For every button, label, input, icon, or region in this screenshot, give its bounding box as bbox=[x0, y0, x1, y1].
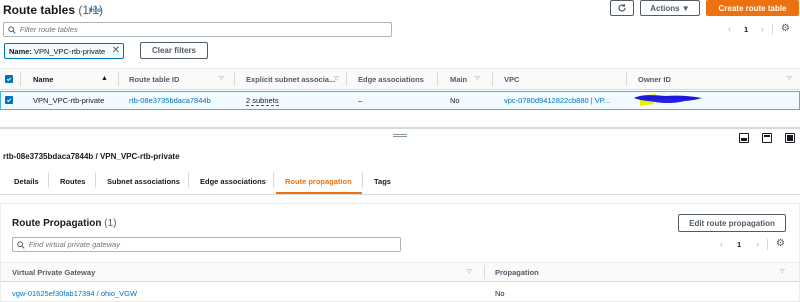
tab-subnet-associations[interactable]: Subnet associations bbox=[107, 177, 180, 186]
row-main: No bbox=[450, 96, 460, 105]
page-number[interactable]: 1 bbox=[744, 25, 748, 34]
row-edge: – bbox=[358, 96, 363, 105]
tab-edge-associations[interactable]: Edge associations bbox=[200, 177, 266, 186]
propagation-value: No bbox=[495, 289, 505, 298]
filter-chip-value: VPN_VPC-rtb-private bbox=[33, 46, 106, 56]
find-gateway-field[interactable] bbox=[28, 240, 400, 249]
detail-breadcrumb: rtb-08e3735bdaca7844b / VPN_VPC-rtb-priv… bbox=[3, 152, 180, 161]
route-propagation-title: Route Propagation (1) bbox=[12, 218, 116, 229]
col-name[interactable]: Name bbox=[33, 75, 53, 84]
next-page-icon[interactable]: › bbox=[756, 239, 759, 249]
page-number[interactable]: 1 bbox=[737, 240, 741, 249]
prev-page-icon[interactable]: ‹ bbox=[728, 24, 731, 34]
row-name: VPN_VPC-rtb-private bbox=[33, 96, 105, 105]
col-main[interactable]: Main bbox=[450, 75, 467, 84]
col-explicit-subnet[interactable]: Explicit subnet associa... bbox=[246, 75, 335, 84]
tab-tags[interactable]: Tags bbox=[374, 177, 391, 186]
actions-button[interactable]: Actions ▼ bbox=[640, 0, 700, 16]
find-gateway-input[interactable] bbox=[12, 237, 401, 252]
pagination-divider bbox=[767, 239, 768, 250]
create-route-table-button[interactable]: Create route table bbox=[706, 0, 799, 16]
remove-filter-icon[interactable]: ✕ bbox=[112, 45, 120, 56]
redacted-owner-id bbox=[632, 92, 704, 108]
propagation-table-header bbox=[1, 262, 799, 282]
gateway-link[interactable]: vgw-01625ef30fab17394 / ohio_VGW bbox=[12, 289, 137, 298]
sort-icon-main[interactable]: ▽ bbox=[475, 75, 480, 82]
tab-details[interactable]: Details bbox=[14, 177, 39, 186]
settings-gear-icon[interactable]: ⚙ bbox=[781, 23, 790, 34]
col-owner-id[interactable]: Owner ID bbox=[638, 75, 671, 84]
prev-page-icon[interactable]: ‹ bbox=[720, 239, 723, 249]
edit-route-propagation-button[interactable]: Edit route propagation bbox=[678, 214, 786, 232]
tab-route-propagation[interactable]: Route propagation bbox=[285, 177, 352, 186]
tab-routes[interactable]: Routes bbox=[60, 177, 85, 186]
col-route-table-id[interactable]: Route table ID bbox=[129, 75, 179, 84]
tabs-bottom-border bbox=[0, 194, 800, 195]
drag-handle-icon[interactable] bbox=[393, 134, 407, 137]
sort-ascending-icon[interactable]: ▲ bbox=[101, 75, 108, 82]
col-propagation[interactable]: Propagation bbox=[495, 268, 539, 277]
route-propagation-title-text: Route Propagation bbox=[12, 218, 102, 229]
refresh-button[interactable] bbox=[610, 0, 634, 16]
select-all-checkbox[interactable] bbox=[5, 75, 13, 83]
info-link[interactable]: Info bbox=[89, 7, 101, 14]
filter-route-tables-input[interactable] bbox=[3, 22, 392, 37]
pagination-bottom: ‹ 1 › ⚙ bbox=[712, 238, 800, 251]
col-edge-associations[interactable]: Edge associations bbox=[358, 75, 424, 84]
sort-icon-gateway[interactable]: ▽ bbox=[467, 268, 472, 275]
refresh-icon bbox=[618, 4, 626, 12]
filter-chip: Name: VPN_VPC-rtb-private ✕ bbox=[4, 43, 124, 59]
pagination-divider bbox=[772, 24, 773, 35]
panel-position-bottom-icon[interactable] bbox=[739, 133, 749, 143]
row-subnets[interactable]: 2 subnets bbox=[246, 96, 279, 106]
sort-icon-propagation[interactable]: ▽ bbox=[780, 268, 785, 275]
clear-filters-button[interactable]: Clear filters bbox=[140, 42, 208, 59]
row-vpc-link[interactable]: vpc-0780d9412822cb880 | VP... bbox=[504, 96, 610, 105]
sort-icon-owner[interactable]: ▽ bbox=[787, 75, 792, 82]
settings-gear-icon[interactable]: ⚙ bbox=[776, 238, 785, 249]
split-panel-divider[interactable] bbox=[0, 127, 800, 129]
search-icon bbox=[8, 25, 16, 34]
search-icon bbox=[17, 240, 25, 249]
sort-icon-subnet[interactable]: ▽ bbox=[334, 75, 339, 82]
filter-chip-key: Name: bbox=[9, 46, 32, 56]
row-route-table-id-link[interactable]: rtb-08e3735bdaca7844b bbox=[129, 96, 211, 105]
sort-icon-route-table-id[interactable]: ▽ bbox=[219, 75, 224, 82]
pagination-top: ‹ 1 › ⚙ bbox=[720, 23, 800, 36]
next-page-icon[interactable]: › bbox=[761, 24, 764, 34]
page-title-text: Route tables bbox=[3, 3, 76, 17]
panel-position-side-icon[interactable] bbox=[762, 133, 772, 143]
row-checkbox[interactable] bbox=[5, 96, 13, 104]
col-virtual-private-gateway[interactable]: Virtual Private Gateway bbox=[12, 268, 95, 277]
col-vpc[interactable]: VPC bbox=[504, 75, 519, 84]
filter-route-tables-field[interactable] bbox=[19, 25, 391, 34]
route-propagation-count: (1) bbox=[104, 218, 117, 229]
panel-position-hide-icon[interactable] bbox=[785, 133, 795, 143]
